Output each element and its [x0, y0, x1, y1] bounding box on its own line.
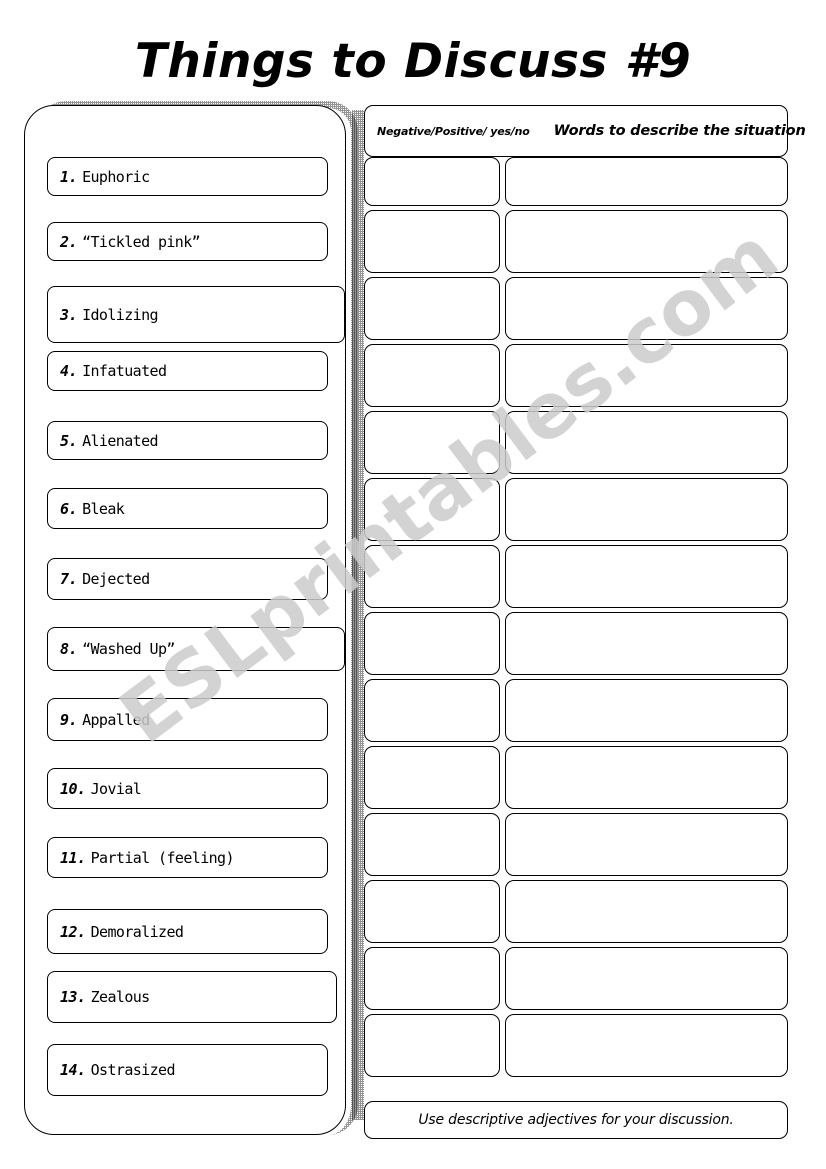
description-cell[interactable]: [505, 612, 788, 675]
vocabulary-item-number: 1.: [60, 167, 78, 186]
answer-table-header: Negative/Positive/ yes/no Words to descr…: [364, 105, 806, 157]
vocabulary-item[interactable]: 11. Partial (feeling): [47, 837, 328, 878]
instruction-footer-text: Use descriptive adjectives for your disc…: [418, 1112, 734, 1128]
classification-cell[interactable]: [364, 679, 500, 742]
answer-row: [364, 813, 788, 876]
vocabulary-item-number: 11.: [60, 848, 86, 867]
answer-row: [364, 210, 788, 273]
classification-cell[interactable]: [364, 545, 500, 608]
vocabulary-item-number: 6.: [60, 499, 78, 518]
vocabulary-item-number: 7.: [60, 570, 78, 588]
vocabulary-panel: 1. Euphoric 2. “Tickled pink” 3. Idolizing 4. I…: [24, 105, 346, 1135]
vocabulary-item-number: 2.: [60, 232, 78, 251]
description-cell[interactable]: [505, 746, 788, 809]
classification-cell[interactable]: [364, 1014, 500, 1077]
classification-cell[interactable]: [364, 947, 500, 1010]
vocabulary-item-word: Ostrasized: [90, 1061, 176, 1079]
vocabulary-item-word: Dejected: [82, 570, 150, 588]
vocabulary-item[interactable]: 14. Ostrasized: [47, 1044, 328, 1096]
answer-row: [364, 1014, 788, 1077]
answer-table: Negative/Positive/ yes/no Words to descr…: [364, 105, 806, 1145]
column-header-description: Words to describe the situation: [553, 123, 806, 139]
description-cell[interactable]: [505, 1014, 788, 1077]
description-cell[interactable]: [505, 813, 788, 876]
instruction-footer: Use descriptive adjectives for your disc…: [364, 1101, 788, 1139]
classification-cell[interactable]: [364, 157, 500, 206]
description-cell[interactable]: [505, 210, 788, 273]
vocabulary-item-number: 12.: [60, 922, 86, 941]
answer-row: [364, 679, 788, 742]
vocabulary-item-word: “Tickled pink”: [82, 232, 201, 251]
vocabulary-item-number: 9.: [60, 710, 78, 729]
vocabulary-item-word: Partial (feeling): [90, 848, 235, 867]
vocabulary-item[interactable]: 1. Euphoric: [47, 157, 328, 196]
vocabulary-item[interactable]: 9. Appalled: [47, 698, 328, 741]
classification-cell[interactable]: [364, 746, 500, 809]
vocabulary-item-number: 8.: [60, 640, 78, 658]
description-cell[interactable]: [505, 344, 788, 407]
answer-row: [364, 277, 788, 340]
answer-row: [364, 411, 788, 474]
classification-cell[interactable]: [364, 612, 500, 675]
classification-cell[interactable]: [364, 210, 500, 273]
page-title: Things to Discuss #9: [134, 34, 692, 89]
vocabulary-item-number: 4.: [60, 362, 78, 380]
vocabulary-item-word: Bleak: [82, 499, 125, 518]
description-cell[interactable]: [505, 411, 788, 474]
vocabulary-item-word: Euphoric: [82, 167, 150, 186]
vocabulary-item[interactable]: 2. “Tickled pink”: [47, 222, 328, 261]
vocabulary-item[interactable]: 12. Demoralized: [47, 909, 328, 954]
vocabulary-item-number: 5.: [60, 431, 78, 450]
column-header-classification: Negative/Positive/ yes/no: [377, 124, 530, 138]
answer-row: [364, 157, 788, 206]
vocabulary-item[interactable]: 8. “Washed Up”: [47, 627, 345, 671]
vocabulary-item-word: Alienated: [82, 431, 158, 450]
vocabulary-item[interactable]: 13. Zealous: [47, 971, 337, 1023]
vocabulary-item[interactable]: 5. Alienated: [47, 421, 328, 460]
classification-cell[interactable]: [364, 478, 500, 541]
vocabulary-item[interactable]: 4. Infatuated: [47, 351, 328, 391]
vocabulary-item[interactable]: 10. Jovial: [47, 768, 328, 809]
vocabulary-item-word: Infatuated: [82, 362, 167, 380]
classification-cell[interactable]: [364, 277, 500, 340]
vocabulary-list: 1. Euphoric 2. “Tickled pink” 3. Idolizing 4. I…: [25, 106, 347, 1136]
vocabulary-item[interactable]: 7. Dejected: [47, 558, 328, 600]
vocabulary-item-word: “Washed Up”: [82, 640, 175, 658]
description-cell[interactable]: [505, 679, 788, 742]
description-cell[interactable]: [505, 545, 788, 608]
classification-cell[interactable]: [364, 813, 500, 876]
description-cell[interactable]: [505, 947, 788, 1010]
answer-row: [364, 947, 788, 1010]
answer-row: [364, 880, 788, 943]
vocabulary-item-word: Idolizing: [82, 305, 158, 324]
vocabulary-item-number: 14.: [60, 1061, 86, 1079]
vocabulary-item[interactable]: 3. Idolizing: [47, 286, 345, 343]
vocabulary-item-number: 10.: [60, 779, 86, 798]
vocabulary-item-word: Jovial: [90, 779, 142, 798]
vocabulary-item[interactable]: 6. Bleak: [47, 488, 328, 529]
description-cell[interactable]: [505, 277, 788, 340]
answer-row: [364, 478, 788, 541]
description-cell[interactable]: [505, 880, 788, 943]
vocabulary-item-word: Demoralized: [90, 922, 184, 941]
classification-cell[interactable]: [364, 880, 500, 943]
description-cell[interactable]: [505, 157, 788, 206]
answer-row: [364, 545, 788, 608]
vocabulary-item-word: Appalled: [82, 710, 150, 729]
answer-row: [364, 612, 788, 675]
vocabulary-item-number: 13.: [60, 988, 86, 1006]
vocabulary-item-number: 3.: [60, 305, 78, 324]
answer-row: [364, 746, 788, 809]
classification-cell[interactable]: [364, 411, 500, 474]
classification-cell[interactable]: [364, 344, 500, 407]
answer-row: [364, 344, 788, 407]
vocabulary-item-word: Zealous: [90, 988, 151, 1006]
description-cell[interactable]: [505, 478, 788, 541]
